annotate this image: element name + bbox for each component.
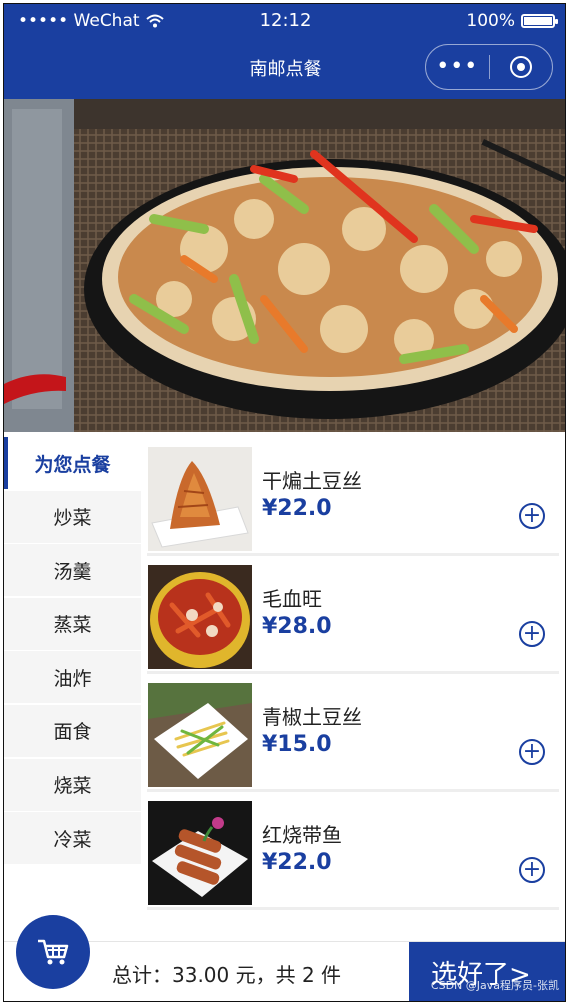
category-item-stir-fry[interactable]: 炒菜 — [4, 490, 141, 543]
plus-circle-icon[interactable]: + — [519, 621, 545, 647]
target-icon — [509, 56, 532, 78]
close-mini-program-button[interactable] — [489, 56, 552, 78]
battery-percent: 100% — [466, 11, 515, 31]
cart-button[interactable] — [16, 915, 90, 989]
food-item[interactable]: 青椒土豆丝 ¥15.0 + — [147, 683, 559, 792]
category-item-fried[interactable]: 油炸 — [4, 651, 141, 704]
category-item-soup[interactable]: 汤羹 — [4, 544, 141, 597]
app-frame: ••••• WeChat 12:12 100% 南邮点餐 ••• 为您点餐 炒菜… — [3, 3, 566, 1002]
food-price: ¥15.0 — [262, 732, 332, 757]
food-price: ¥22.0 — [262, 496, 332, 521]
mini-program-capsule: ••• — [425, 44, 553, 90]
category-item-recommended[interactable]: 为您点餐 — [4, 437, 141, 489]
category-item-braised[interactable]: 烧菜 — [4, 758, 141, 811]
more-menu-button[interactable]: ••• — [426, 56, 489, 78]
battery-icon — [521, 14, 558, 28]
food-item[interactable]: 红烧带鱼 ¥22.0 + — [147, 801, 559, 910]
food-price: ¥22.0 — [262, 850, 332, 875]
food-name: 青椒土豆丝 — [262, 705, 362, 729]
plus-circle-icon[interactable]: + — [519, 503, 545, 529]
food-list: 干煸土豆丝 ¥22.0 + 毛血旺 ¥28.0 + 青椒土豆丝 ¥15.0 + … — [147, 447, 559, 919]
food-thumbnail — [148, 801, 252, 905]
top-bar: ••••• WeChat 12:12 100% 南邮点餐 ••• — [4, 4, 565, 99]
food-name: 干煸土豆丝 — [262, 469, 362, 493]
food-price: ¥28.0 — [262, 614, 332, 639]
category-sidebar: 为您点餐 炒菜 汤羹 蒸菜 油炸 面食 烧菜 冷菜 — [4, 437, 141, 866]
food-item[interactable]: 毛血旺 ¥28.0 + — [147, 565, 559, 674]
food-thumbnail — [148, 447, 252, 551]
food-item[interactable]: 干煸土豆丝 ¥22.0 + — [147, 447, 559, 556]
food-name: 红烧带鱼 — [262, 823, 342, 847]
food-thumbnail — [148, 683, 252, 787]
food-name: 毛血旺 — [262, 587, 322, 611]
battery-info: 100% — [466, 11, 558, 31]
status-bar: ••••• WeChat 12:12 100% — [4, 4, 565, 40]
cart-total: 总计：33.00 元，共 2 件 — [112, 963, 342, 987]
category-item-noodles[interactable]: 面食 — [4, 704, 141, 757]
cart-icon — [38, 939, 69, 965]
plus-circle-icon[interactable]: + — [519, 739, 545, 765]
category-item-cold-dish[interactable]: 冷菜 — [4, 812, 141, 865]
category-item-steamed[interactable]: 蒸菜 — [4, 597, 141, 650]
plus-circle-icon[interactable]: + — [519, 857, 545, 883]
watermark: CSDN @Java程序员-张凯 — [430, 979, 559, 992]
confirm-order-button[interactable]: 选好了> — [409, 942, 565, 1001]
banner-image[interactable] — [4, 99, 565, 432]
food-thumbnail — [148, 565, 252, 669]
banner-dish-illustration — [4, 99, 565, 432]
